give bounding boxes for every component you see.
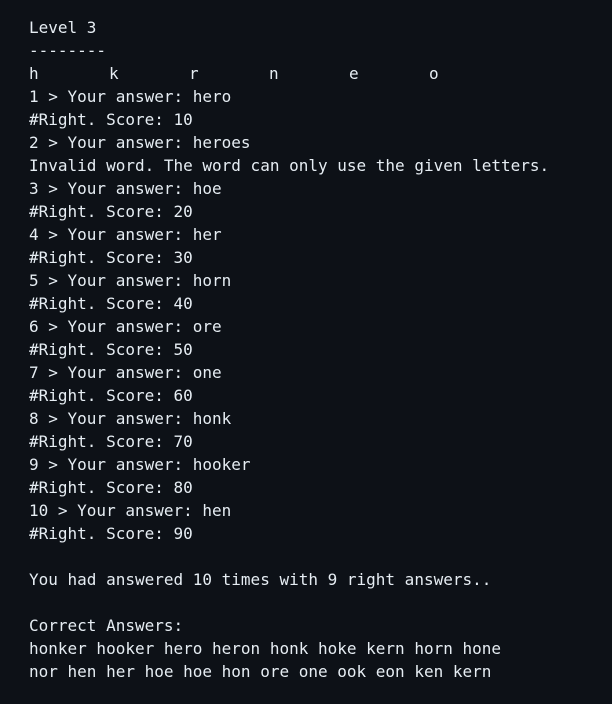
answer-result: Invalid word. The word can only use the …: [29, 156, 550, 175]
given-letter: r: [189, 64, 199, 83]
given-letter: k: [109, 64, 119, 83]
answer-result: #Right. Score: 30: [29, 248, 193, 267]
answer-result: #Right. Score: 60: [29, 386, 193, 405]
answer-prompt: 9 > Your answer: hooker: [29, 455, 251, 474]
answer-prompt: 8 > Your answer: honk: [29, 409, 232, 428]
answer-prompt: 6 > Your answer: ore: [29, 317, 222, 336]
answer-prompt: 10 > Your answer: hen: [29, 501, 232, 520]
terminal-output: Level 3 -------- h k r n e o 1 > Your an…: [0, 0, 612, 704]
answer-result: #Right. Score: 50: [29, 340, 193, 359]
answer-result: #Right. Score: 10: [29, 110, 193, 129]
answer-result: #Right. Score: 90: [29, 524, 193, 543]
answer-prompt: 1 > Your answer: hero: [29, 87, 232, 106]
correct-answers-heading: Correct Answers:: [29, 616, 184, 635]
answer-prompt: 7 > Your answer: one: [29, 363, 222, 382]
answer-result: #Right. Score: 80: [29, 478, 193, 497]
divider-line: --------: [29, 41, 107, 60]
level-title: Level 3: [29, 18, 97, 37]
answer-result: #Right. Score: 70: [29, 432, 193, 451]
correct-answers-line: honker hooker hero heron honk hoke kern …: [29, 639, 502, 658]
given-letters-row: h k r n e o: [29, 62, 612, 85]
answer-prompt: 5 > Your answer: horn: [29, 271, 232, 290]
answer-prompt: 4 > Your answer: her: [29, 225, 222, 244]
answer-prompt: 3 > Your answer: hoe: [29, 179, 222, 198]
given-letter: h: [29, 64, 39, 83]
given-letter: n: [269, 64, 279, 83]
given-letter: e: [349, 64, 359, 83]
summary-line: You had answered 10 times with 9 right a…: [29, 570, 492, 589]
answer-result: #Right. Score: 20: [29, 202, 193, 221]
correct-answers-line: nor hen her hoe hoe hon ore one ook eon …: [29, 662, 492, 681]
given-letter: o: [429, 64, 439, 83]
answer-prompt: 2 > Your answer: heroes: [29, 133, 251, 152]
answer-result: #Right. Score: 40: [29, 294, 193, 313]
